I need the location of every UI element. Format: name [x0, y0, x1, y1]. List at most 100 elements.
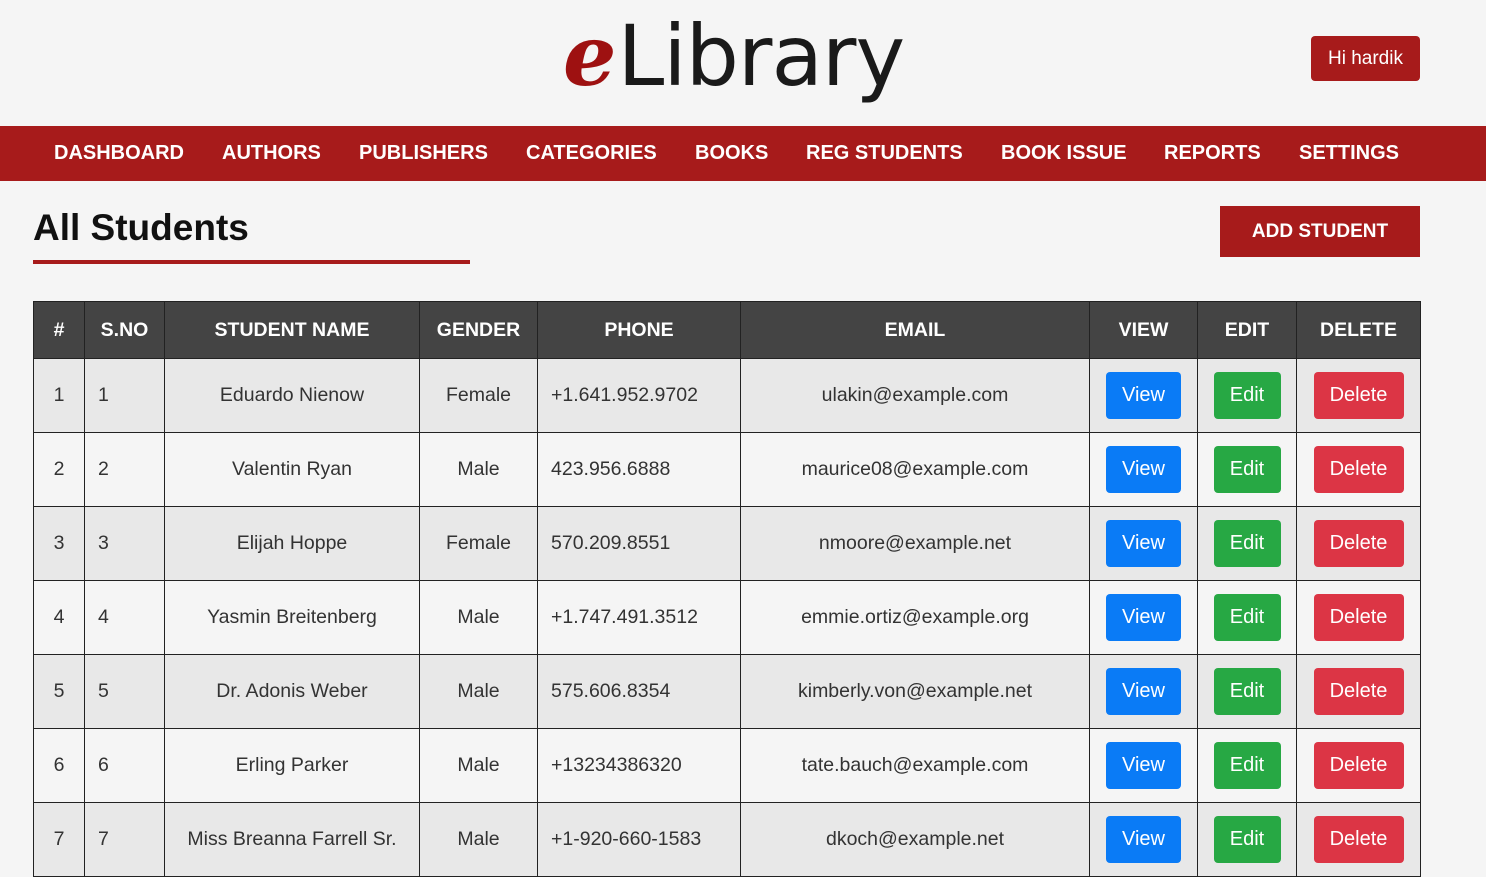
cell-sno: 1: [84, 358, 165, 433]
edit-button[interactable]: Edit: [1213, 594, 1281, 641]
view-button[interactable]: View: [1106, 816, 1181, 863]
cell-edit: Edit: [1197, 358, 1297, 433]
edit-button[interactable]: Edit: [1213, 520, 1281, 567]
cell-sno: 3: [84, 506, 165, 581]
nav-publishers[interactable]: PUBLISHERS: [359, 126, 488, 181]
cell-edit: Edit: [1197, 654, 1297, 729]
edit-button[interactable]: Edit: [1213, 816, 1281, 863]
table-row: 4 4 Yasmin Breitenberg Male +1.747.491.3…: [33, 580, 1421, 655]
table-row: 2 2 Valentin Ryan Male 423.956.6888 maur…: [33, 432, 1421, 507]
cell-sno: 5: [84, 654, 165, 729]
cell-index: 5: [33, 654, 85, 729]
cell-phone: +1.641.952.9702: [537, 358, 741, 433]
cell-delete: Delete: [1296, 432, 1421, 507]
nav-books[interactable]: BOOKS: [695, 126, 768, 181]
user-greeting-button[interactable]: Hi hardik: [1311, 36, 1420, 81]
view-button[interactable]: View: [1106, 520, 1181, 567]
cell-sno: 6: [84, 728, 165, 803]
col-header-gender: GENDER: [419, 301, 538, 359]
cell-view: View: [1089, 580, 1198, 655]
delete-button[interactable]: Delete: [1313, 594, 1404, 641]
cell-student-name: Eduardo Nienow: [164, 358, 420, 433]
view-button[interactable]: View: [1106, 372, 1181, 419]
nav-reg-students[interactable]: REG STUDENTS: [806, 126, 963, 181]
col-header-phone: PHONE: [537, 301, 741, 359]
col-header-index: #: [33, 301, 85, 359]
add-student-button[interactable]: ADD STUDENT: [1220, 206, 1420, 257]
view-button[interactable]: View: [1106, 446, 1181, 493]
cell-email: kimberly.von@example.net: [740, 654, 1090, 729]
cell-student-name: Dr. Adonis Weber: [164, 654, 420, 729]
cell-gender: Male: [419, 580, 538, 655]
col-header-delete: DELETE: [1296, 301, 1421, 359]
page-title: All Students: [33, 207, 249, 248]
nav-categories[interactable]: CATEGORIES: [526, 126, 657, 181]
cell-edit: Edit: [1197, 728, 1297, 803]
view-button[interactable]: View: [1106, 742, 1181, 789]
students-table: # S.NO STUDENT NAME GENDER PHONE EMAIL V…: [33, 301, 1421, 877]
view-button[interactable]: View: [1106, 594, 1181, 641]
cell-index: 3: [33, 506, 85, 581]
nav-dashboard[interactable]: DASHBOARD: [54, 126, 184, 181]
nav-settings[interactable]: SETTINGS: [1299, 126, 1399, 181]
cell-delete: Delete: [1296, 506, 1421, 581]
cell-view: View: [1089, 358, 1198, 433]
table-header: # S.NO STUDENT NAME GENDER PHONE EMAIL V…: [33, 301, 1421, 359]
cell-email: maurice08@example.com: [740, 432, 1090, 507]
cell-index: 7: [33, 802, 85, 877]
view-button[interactable]: View: [1106, 668, 1181, 715]
cell-index: 2: [33, 432, 85, 507]
nav-authors[interactable]: AUTHORS: [222, 126, 321, 181]
cell-view: View: [1089, 432, 1198, 507]
cell-student-name: Erling Parker: [164, 728, 420, 803]
cell-edit: Edit: [1197, 580, 1297, 655]
col-header-student-name: STUDENT NAME: [164, 301, 420, 359]
cell-edit: Edit: [1197, 506, 1297, 581]
cell-email: ulakin@example.com: [740, 358, 1090, 433]
cell-delete: Delete: [1296, 358, 1421, 433]
nav-book-issue[interactable]: BOOK ISSUE: [1001, 126, 1127, 181]
delete-button[interactable]: Delete: [1313, 816, 1404, 863]
edit-button[interactable]: Edit: [1213, 742, 1281, 789]
cell-email: nmoore@example.net: [740, 506, 1090, 581]
edit-button[interactable]: Edit: [1213, 372, 1281, 419]
cell-student-name: Elijah Hoppe: [164, 506, 420, 581]
cell-sno: 4: [84, 580, 165, 655]
cell-sno: 2: [84, 432, 165, 507]
table-body: 1 1 Eduardo Nienow Female +1.641.952.970…: [33, 358, 1421, 877]
nav-reports[interactable]: REPORTS: [1164, 126, 1261, 181]
col-header-view: VIEW: [1089, 301, 1198, 359]
cell-view: View: [1089, 728, 1198, 803]
elibrary-logo[interactable]: eLibrary: [563, 6, 905, 106]
table-row: 7 7 Miss Breanna Farrell Sr. Male +1-920…: [33, 802, 1421, 877]
delete-button[interactable]: Delete: [1313, 520, 1404, 567]
cell-view: View: [1089, 654, 1198, 729]
delete-button[interactable]: Delete: [1313, 668, 1404, 715]
table-header-row: # S.NO STUDENT NAME GENDER PHONE EMAIL V…: [33, 301, 1421, 359]
cell-gender: Female: [419, 358, 538, 433]
cell-phone: 423.956.6888: [537, 432, 741, 507]
cell-email: dkoch@example.net: [740, 802, 1090, 877]
table-row: 5 5 Dr. Adonis Weber Male 575.606.8354 k…: [33, 654, 1421, 729]
cell-index: 1: [33, 358, 85, 433]
edit-button[interactable]: Edit: [1213, 668, 1281, 715]
col-header-sno: S.NO: [84, 301, 165, 359]
cell-sno: 7: [84, 802, 165, 877]
table-row: 6 6 Erling Parker Male +13234386320 tate…: [33, 728, 1421, 803]
delete-button[interactable]: Delete: [1313, 372, 1404, 419]
cell-student-name: Valentin Ryan: [164, 432, 420, 507]
delete-button[interactable]: Delete: [1313, 742, 1404, 789]
cell-phone: +1.747.491.3512: [537, 580, 741, 655]
logo-text: Library: [617, 7, 905, 105]
cell-email: tate.bauch@example.com: [740, 728, 1090, 803]
cell-delete: Delete: [1296, 654, 1421, 729]
cell-student-name: Yasmin Breitenberg: [164, 580, 420, 655]
cell-delete: Delete: [1296, 728, 1421, 803]
table-row: 3 3 Elijah Hoppe Female 570.209.8551 nmo…: [33, 506, 1421, 581]
cell-gender: Male: [419, 802, 538, 877]
col-header-edit: EDIT: [1197, 301, 1297, 359]
cell-gender: Male: [419, 728, 538, 803]
delete-button[interactable]: Delete: [1313, 446, 1404, 493]
edit-button[interactable]: Edit: [1213, 446, 1281, 493]
cell-edit: Edit: [1197, 802, 1297, 877]
